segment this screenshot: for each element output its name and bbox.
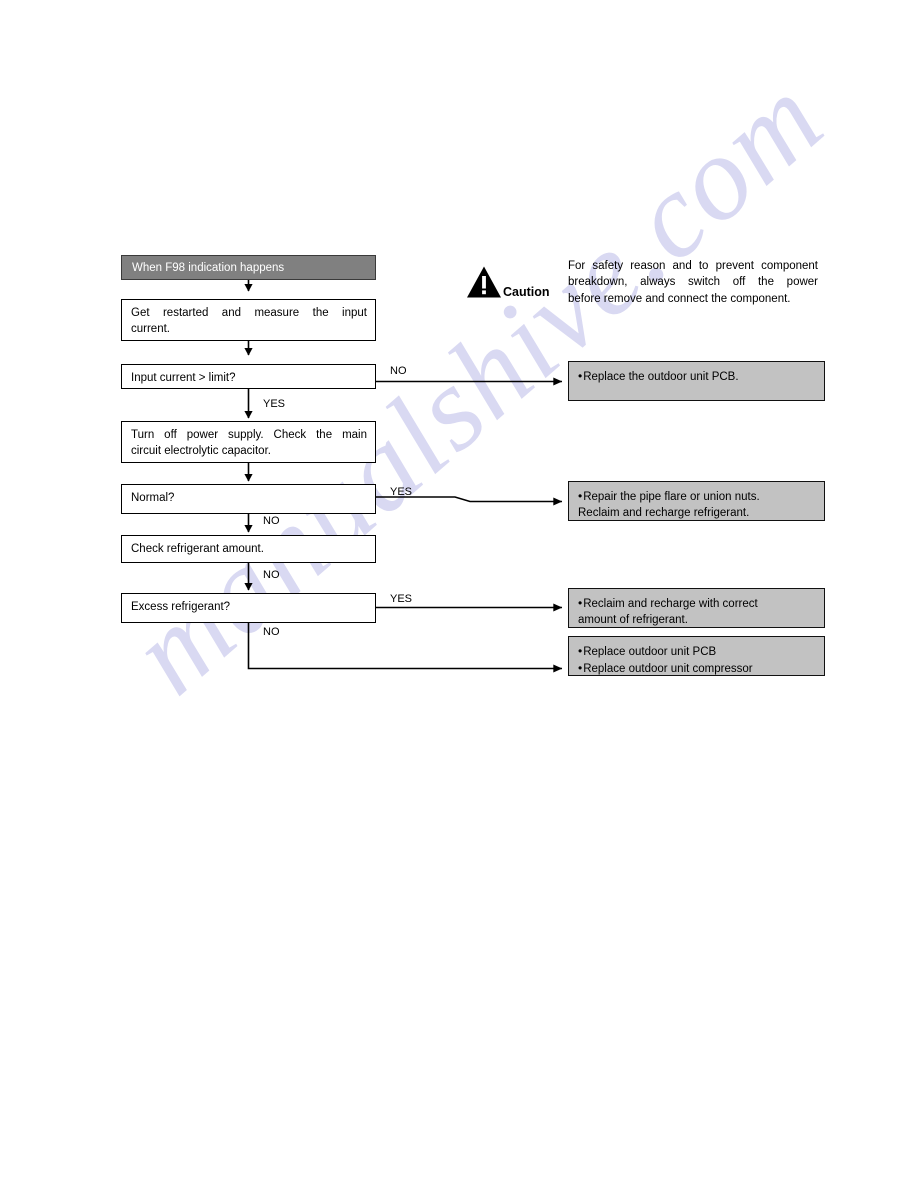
node-get-restarted: Get restarted and measure the input curr… — [121, 299, 376, 341]
action-replace-pcb-compressor-line2: Replace outdoor unit compressor — [578, 660, 816, 677]
caution-label: Caution — [503, 285, 550, 299]
page-canvas: manualshive.com When F98 indication happ… — [0, 0, 918, 1188]
node-decision-normal: Normal? — [121, 484, 376, 514]
caution-text-line1: For safety reason and to prevent compone… — [568, 260, 818, 272]
edge-label-normal-yes: YES — [390, 486, 413, 498]
node-check-refrigerant-label: Check refrigerant amount. — [131, 543, 264, 555]
node-turn-off-power-line1: Turn off power supply. Check the main — [131, 429, 367, 441]
edge-label-excess-no: NO — [263, 626, 280, 638]
caution-text: For safety reason and to prevent compone… — [568, 258, 818, 307]
action-repair-pipe-flare-line2: Reclaim and recharge refrigerant. — [578, 507, 750, 520]
action-reclaim-recharge-line2: amount of refrigerant. — [578, 614, 688, 627]
node-decision-input-current: Input current > limit? — [121, 364, 376, 389]
node-check-refrigerant: Check refrigerant amount. — [121, 535, 376, 563]
caution-text-line3: before remove and connect the component. — [568, 292, 791, 305]
warning-triangle-icon — [467, 266, 501, 298]
flowchart: When F98 indication happens Get restarte… — [0, 0, 918, 1188]
header-label: When F98 indication happens — [132, 262, 285, 274]
node-turn-off-power-line2: circuit electrolytic capacitor. — [131, 445, 271, 458]
action-replace-pcb-line1: Replace the outdoor unit PCB. — [578, 368, 816, 385]
action-reclaim-recharge-line1: Reclaim and recharge with correct — [578, 595, 816, 612]
edge-label-check-refrigerant-no: NO — [263, 569, 280, 581]
node-decision-input-current-label: Input current > limit? — [131, 372, 236, 384]
node-action-replace-pcb: Replace the outdoor unit PCB. — [568, 361, 825, 401]
flowchart-header-when-f98: When F98 indication happens — [121, 255, 376, 280]
edge-label-input-current-no: NO — [390, 365, 407, 377]
node-turn-off-power: Turn off power supply. Check the main ci… — [121, 421, 376, 463]
action-repair-pipe-flare-line1: Repair the pipe flare or union nuts. — [578, 488, 816, 505]
caution-text-line2: breakdown, always switch off the power — [568, 276, 818, 289]
node-decision-excess-refrigerant: Excess refrigerant? — [121, 593, 376, 623]
edge-label-input-current-yes: YES — [263, 398, 286, 410]
node-decision-excess-refrigerant-label: Excess refrigerant? — [131, 601, 231, 613]
node-decision-normal-label: Normal? — [131, 492, 175, 504]
edge-label-normal-no: NO — [263, 515, 280, 527]
node-action-repair-pipe-flare: Repair the pipe flare or union nuts. Rec… — [568, 481, 825, 521]
node-get-restarted-line2: current. — [131, 323, 170, 336]
edge-label-excess-yes: YES — [390, 593, 413, 605]
action-replace-pcb-compressor-line1: Replace outdoor unit PCB — [578, 643, 816, 660]
node-action-replace-pcb-compressor: Replace outdoor unit PCB Replace outdoor… — [568, 636, 825, 676]
node-get-restarted-line1: Get restarted and measure the input — [131, 307, 367, 319]
node-action-reclaim-recharge: Reclaim and recharge with correct amount… — [568, 588, 825, 628]
